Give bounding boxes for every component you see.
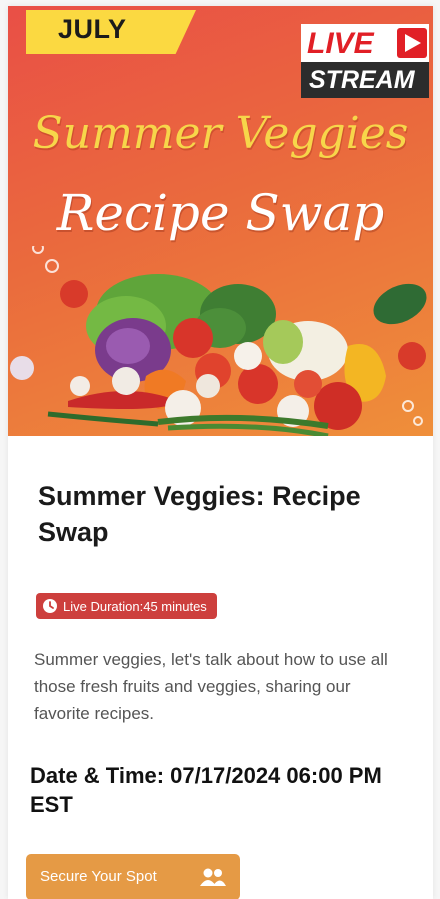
play-icon xyxy=(397,28,427,58)
page: JULY LIVE STREAM Summer Veggies Recipe S… xyxy=(0,0,440,899)
live-label: LIVE xyxy=(307,27,374,60)
event-datetime: Date & Time: 07/17/2024 06:00 PM EST xyxy=(30,763,382,817)
secure-your-spot-label: Secure Your Spot xyxy=(40,868,157,885)
banner-title-line1: Summer Veggies xyxy=(32,108,409,159)
secure-your-spot-button[interactable]: Secure Your Spot xyxy=(26,854,240,899)
event-card: JULY LIVE STREAM Summer Veggies Recipe S… xyxy=(8,6,433,899)
event-banner-image: JULY LIVE STREAM Summer Veggies Recipe S… xyxy=(8,6,433,436)
live-stream-badge: LIVE STREAM xyxy=(301,24,429,98)
people-icon xyxy=(200,868,226,886)
banner-title-line2: Recipe Swap xyxy=(56,184,385,242)
month-tag-label: JULY xyxy=(58,14,127,44)
clock-icon xyxy=(43,599,57,613)
vegetables-illustration xyxy=(10,246,427,436)
event-description: Summer veggies, let's talk about how to … xyxy=(34,650,388,723)
live-duration-label: Live Duration:45 minutes xyxy=(63,598,207,614)
live-duration-badge: Live Duration:45 minutes xyxy=(36,593,217,619)
stream-label: STREAM xyxy=(309,66,415,94)
event-title: Summer Veggies: Recipe Swap xyxy=(38,481,361,547)
